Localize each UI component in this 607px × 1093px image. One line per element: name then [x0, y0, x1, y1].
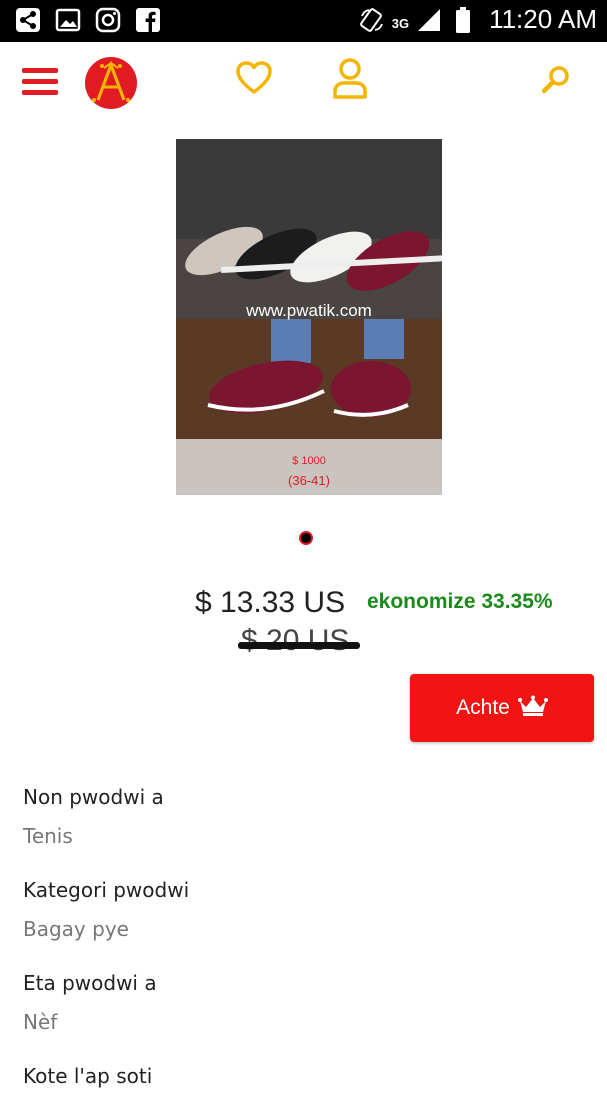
detail-value: Nèf [23, 1010, 58, 1034]
current-price: $ 13.33 US [195, 586, 346, 619]
detail-row: Non pwodwi a Tenis [23, 780, 583, 858]
image-size-range: (36-41) [288, 473, 330, 488]
system-status: 3G 11:20 AM [358, 4, 597, 35]
menu-icon[interactable] [22, 68, 58, 96]
account-user-icon[interactable] [330, 56, 370, 100]
app-header [0, 42, 607, 122]
savings-badge: ekonomize 33.35% [367, 590, 553, 613]
detail-label: Kategori pwodwi [23, 878, 190, 902]
detail-row: Eta pwodwi a Nèf [23, 966, 583, 1044]
notification-icons [14, 6, 162, 34]
detail-row: Kote l'ap soti [23, 1059, 583, 1093]
brand-logo[interactable] [84, 56, 138, 110]
detail-label: Eta pwodwi a [23, 971, 157, 995]
product-image[interactable]: www.pwatik.com $ 1000 (36-41) [176, 139, 442, 495]
strikethrough-line [238, 642, 360, 649]
image-price-tag: $ 1000 [292, 455, 326, 467]
signal-icon [415, 6, 443, 34]
clock: 11:20 AM [489, 4, 597, 34]
original-price: $ 20 US [241, 624, 350, 657]
image-watermark: www.pwatik.com [246, 301, 372, 320]
product-details: Non pwodwi a Tenis Kategori pwodwi Bagay… [23, 780, 583, 1093]
instagram-icon [94, 6, 122, 34]
buy-button-label: Achte [456, 696, 510, 719]
network-type: 3G [391, 16, 410, 31]
status-bar: 3G 11:20 AM [0, 0, 607, 42]
detail-value: Bagay pye [23, 917, 129, 941]
detail-label: Kote l'ap soti [23, 1064, 153, 1088]
crown-icon [517, 695, 548, 721]
wishlist-heart-icon[interactable] [234, 58, 274, 98]
detail-row: Kategori pwodwi Bagay pye [23, 873, 583, 951]
detail-value: Tenis [23, 824, 73, 848]
rotate-icon [358, 6, 386, 34]
buy-button[interactable]: Achte [410, 674, 594, 742]
gallery-icon [54, 6, 82, 34]
search-icon[interactable] [540, 64, 572, 96]
carousel-indicator[interactable] [299, 531, 313, 545]
facebook-icon [134, 6, 162, 34]
battery-icon [449, 6, 477, 34]
detail-label: Non pwodwi a [23, 785, 164, 809]
share-icon [14, 6, 42, 34]
